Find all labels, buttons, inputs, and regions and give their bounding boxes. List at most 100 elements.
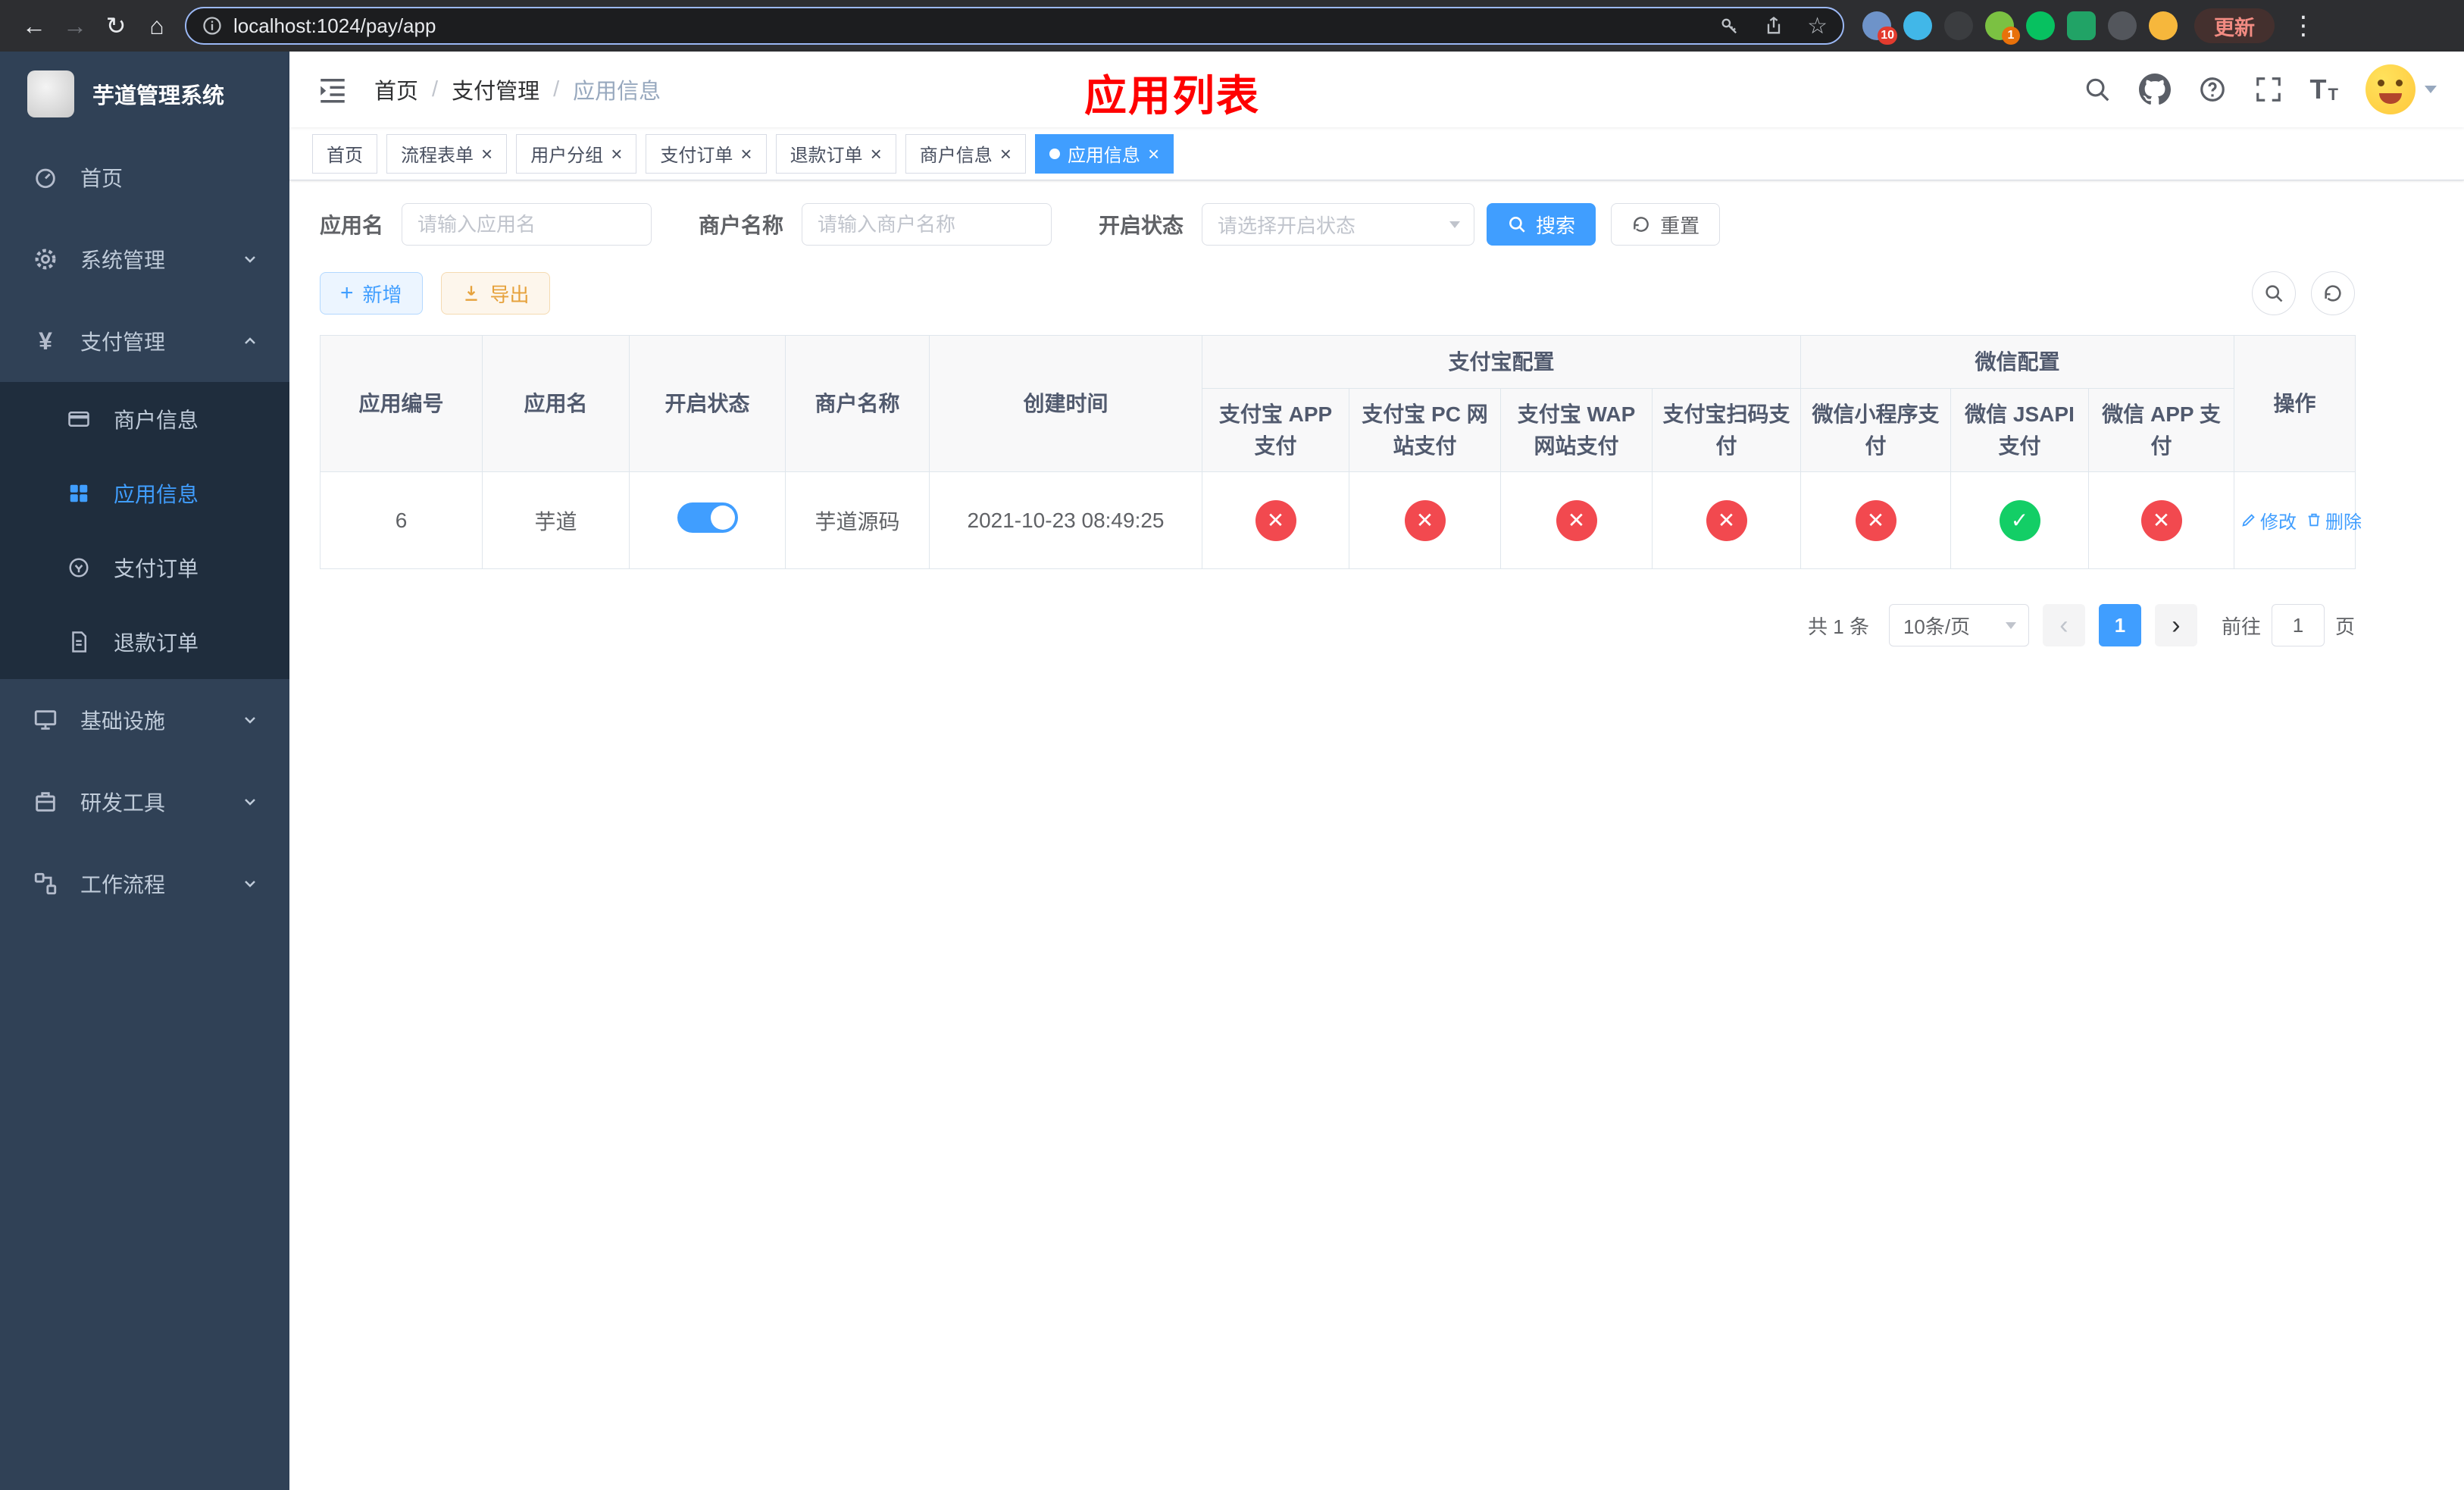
pagination: 共 1 条 10条/页 1 前往 页 bbox=[320, 604, 2355, 646]
col-header-wx-app: 微信 APP 支付 bbox=[2088, 388, 2235, 472]
sidebar-item-infrastructure[interactable]: 基础设施 bbox=[0, 679, 289, 761]
address-bar[interactable]: localhost:1024/pay/app bbox=[185, 7, 1844, 45]
dashboard-icon bbox=[30, 162, 61, 193]
alipay-wap-status-icon bbox=[1556, 499, 1597, 541]
fullscreen-icon[interactable] bbox=[2254, 75, 2283, 104]
browser-reload-icon[interactable] bbox=[95, 5, 136, 46]
sidebar-item-refund-orders[interactable]: 退款订单 bbox=[0, 605, 289, 679]
browser-back-icon[interactable] bbox=[14, 5, 55, 46]
status-label: 开启状态 bbox=[1099, 214, 1184, 237]
extension-avatar-icon[interactable]: 1 bbox=[1985, 11, 2020, 45]
refresh-button[interactable] bbox=[2311, 271, 2355, 315]
breadcrumb-home[interactable]: 首页 bbox=[374, 74, 418, 105]
tab-process-form[interactable]: 流程表单 bbox=[386, 133, 508, 174]
reset-button[interactable]: 重置 bbox=[1611, 203, 1721, 246]
tab-user-group[interactable]: 用户分组 bbox=[516, 133, 637, 174]
hamburger-icon[interactable] bbox=[317, 74, 349, 105]
col-header-wx-mini: 微信小程序支付 bbox=[1800, 388, 1952, 472]
close-icon[interactable] bbox=[740, 144, 752, 164]
sidebar-item-system[interactable]: 系统管理 bbox=[0, 218, 289, 300]
tab-app-info[interactable]: 应用信息 bbox=[1034, 133, 1174, 174]
tags-view-bar: 首页 流程表单 用户分组 支付订单 退款订单 商户信息 bbox=[289, 127, 2464, 180]
avatar-image bbox=[2366, 64, 2416, 114]
sidebar-item-dev-tools[interactable]: 研发工具 bbox=[0, 761, 289, 843]
sidebar-item-app-info[interactable]: 应用信息 bbox=[0, 456, 289, 531]
cell-app-name: 芋道 bbox=[482, 471, 630, 569]
user-avatar[interactable] bbox=[2366, 64, 2437, 114]
search-icon[interactable] bbox=[2083, 75, 2112, 104]
share-icon[interactable] bbox=[1763, 15, 1784, 36]
goto-page-input[interactable] bbox=[2271, 604, 2325, 646]
extension-pin-icon[interactable] bbox=[2108, 11, 2137, 40]
close-icon[interactable] bbox=[611, 144, 622, 164]
extension-puzzle-icon[interactable]: 10 bbox=[1862, 11, 1897, 45]
search-button[interactable]: 搜索 bbox=[1487, 203, 1596, 246]
close-icon[interactable] bbox=[1148, 144, 1159, 164]
tab-merchant-info[interactable]: 商户信息 bbox=[905, 133, 1026, 174]
breadcrumb: 首页 / 支付管理 / 应用信息 bbox=[374, 74, 661, 105]
merchant-name-input[interactable] bbox=[802, 203, 1052, 246]
browser-menu-icon[interactable] bbox=[2288, 11, 2319, 41]
chevron-down-icon bbox=[2425, 86, 2437, 99]
close-icon[interactable] bbox=[1000, 144, 1012, 164]
page-unit-label: 页 bbox=[2334, 615, 2355, 638]
total-count: 共 1 条 bbox=[1808, 615, 1869, 638]
next-page-button[interactable] bbox=[2154, 604, 2197, 646]
status-toggle[interactable] bbox=[677, 502, 738, 533]
goto-label: 前往 bbox=[2221, 615, 2261, 638]
tab-home[interactable]: 首页 bbox=[312, 133, 377, 174]
extension-face-icon[interactable] bbox=[2149, 11, 2178, 40]
sidebar-item-payment-orders[interactable]: 支付订单 bbox=[0, 531, 289, 605]
browser-update-button[interactable]: 更新 bbox=[2194, 8, 2275, 43]
app-name-input[interactable] bbox=[402, 203, 652, 246]
breadcrumb-payment[interactable]: 支付管理 bbox=[452, 74, 539, 105]
extension-drop-icon[interactable] bbox=[1903, 11, 1932, 40]
col-header-app-id: 应用编号 bbox=[320, 335, 483, 472]
trash-icon bbox=[2308, 514, 2320, 527]
password-key-icon[interactable] bbox=[1719, 15, 1740, 36]
merchant-name-label: 商户名称 bbox=[699, 214, 784, 237]
github-icon[interactable] bbox=[2138, 74, 2171, 105]
browser-forward-icon[interactable] bbox=[55, 5, 95, 46]
tab-payment-orders[interactable]: 支付订单 bbox=[646, 133, 767, 174]
extension-dark-icon[interactable] bbox=[1944, 11, 1973, 40]
page-size-select[interactable]: 10条/页 bbox=[1888, 604, 2029, 646]
add-button[interactable]: 新增 bbox=[320, 272, 423, 315]
export-button[interactable]: 导出 bbox=[440, 272, 550, 315]
page-number-1[interactable]: 1 bbox=[2098, 604, 2141, 646]
table-row: 6 芋道 芋道源码 2021-10-23 08:49:25 ✕ ✕ ✕ ✕ ✕ … bbox=[320, 471, 2362, 569]
extension-wechat-icon[interactable] bbox=[2026, 11, 2055, 40]
prev-page-button[interactable] bbox=[2042, 604, 2085, 646]
apps-table: 应用编号 应用名 开启状态 商户名称 创建时间 支付宝配置 微信配置 操作 支付… bbox=[320, 335, 2362, 569]
chevron-down-icon bbox=[1449, 221, 1461, 233]
sidebar-item-home[interactable]: 首页 bbox=[0, 136, 289, 218]
cell-merchant: 芋道源码 bbox=[785, 471, 930, 569]
page-title: 应用列表 bbox=[1084, 72, 1260, 120]
close-icon[interactable] bbox=[871, 144, 882, 164]
extension-green-square-icon[interactable] bbox=[2067, 11, 2096, 40]
delete-link[interactable]: 删除 bbox=[2306, 507, 2362, 534]
plus-icon bbox=[340, 282, 354, 305]
status-select[interactable]: 请选择开启状态 bbox=[1202, 203, 1475, 246]
toggle-search-button[interactable] bbox=[2252, 271, 2296, 315]
search-icon bbox=[2265, 285, 2283, 302]
bookmark-star-icon[interactable] bbox=[1807, 13, 1828, 39]
table-toolbar: 新增 导出 bbox=[320, 271, 2355, 315]
cell-app-id: 6 bbox=[320, 471, 483, 569]
browser-home-icon[interactable] bbox=[136, 5, 177, 46]
sidebar-item-workflow[interactable]: 工作流程 bbox=[0, 843, 289, 925]
download-icon bbox=[464, 286, 477, 301]
edit-link[interactable]: 修改 bbox=[2240, 507, 2297, 534]
font-size-icon[interactable] bbox=[2310, 76, 2338, 103]
sidebar-item-merchant-info[interactable]: 商户信息 bbox=[0, 382, 289, 456]
refresh-icon bbox=[1634, 217, 1649, 232]
close-icon[interactable] bbox=[481, 144, 492, 164]
site-info-icon[interactable] bbox=[202, 15, 223, 36]
monitor-icon bbox=[30, 705, 61, 735]
sidebar-logo[interactable]: 芋道管理系统 bbox=[0, 52, 289, 136]
tab-refund-orders[interactable]: 退款订单 bbox=[775, 133, 896, 174]
sidebar-item-payment[interactable]: 支付管理 bbox=[0, 300, 289, 382]
help-icon[interactable] bbox=[2198, 75, 2227, 104]
top-navbar: 首页 / 支付管理 / 应用信息 应用列表 bbox=[289, 52, 2464, 127]
col-header-actions: 操作 bbox=[2234, 335, 2356, 472]
